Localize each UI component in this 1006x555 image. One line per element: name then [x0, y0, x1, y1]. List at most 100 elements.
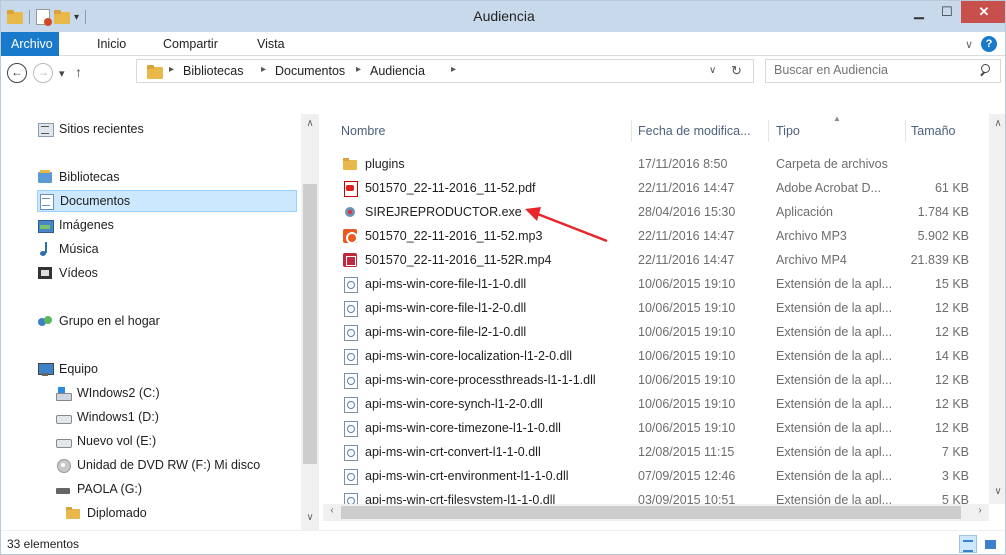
minimize-button[interactable]: ▁ [905, 1, 933, 23]
details-view-icon[interactable] [959, 535, 977, 553]
file-row[interactable]: 501570_22-11-2016_11-52.pdf 22/11/2016 14… [323, 176, 989, 200]
breadcrumb-separator-icon[interactable]: ▸ [356, 64, 361, 75]
file-size: 12 KB [934, 397, 969, 411]
drive-icon [55, 433, 72, 449]
scroll-up-icon[interactable]: ∧ [301, 118, 319, 129]
windows-drive-icon [55, 385, 72, 401]
file-row[interactable]: api-ms-win-core-localization-l1-2-0.dll 1… [323, 344, 989, 368]
breadcrumb-separator-icon[interactable]: ▸ [451, 64, 456, 75]
scroll-left-icon[interactable]: ‹ [323, 505, 341, 516]
nav-item-grupo-en-el-hogar[interactable]: Grupo en el hogar [37, 310, 321, 332]
column-header-date[interactable]: Fecha de modifica... [638, 119, 751, 143]
horizontal-scrollbar-thumb[interactable] [341, 506, 961, 519]
file-date: 28/04/2016 15:30 [638, 205, 736, 219]
nav-item-diplomado[interactable]: Diplomado [65, 502, 321, 524]
file-row[interactable]: api-ms-win-crt-convert-l1-1-0.dll 12/08/2… [323, 440, 989, 464]
scroll-up-icon[interactable]: ∧ [989, 118, 1005, 129]
tab-inicio[interactable]: Inicio [89, 32, 134, 56]
breadcrumb-separator-icon[interactable]: ▸ [169, 64, 174, 75]
file-type: Extensión de la apl... [776, 421, 893, 435]
dll-icon [342, 396, 358, 413]
breadcrumb-audiencia[interactable]: Audiencia [370, 64, 425, 78]
nav-item-videos[interactable]: Vídeos [37, 262, 321, 284]
breadcrumb-documentos[interactable]: Documentos [275, 64, 345, 78]
tab-archivo[interactable]: Archivo [1, 32, 59, 56]
recent-locations-icon[interactable]: ▾ [59, 67, 65, 80]
search-icon[interactable] [980, 64, 992, 76]
libraries-icon [37, 169, 53, 185]
nav-item-documentos[interactable]: Documentos [37, 190, 297, 212]
file-row[interactable]: plugins 17/11/2016 8:50 Carpeta de archivo… [323, 152, 989, 176]
maximize-button[interactable]: ☐ [933, 1, 961, 23]
scroll-right-icon[interactable]: › [971, 505, 989, 516]
nav-item-musica[interactable]: Música [37, 238, 321, 260]
forward-button[interactable]: → [33, 63, 53, 83]
address-history-icon[interactable]: ∨ [709, 65, 716, 76]
file-type: Extensión de la apl... [776, 325, 893, 339]
file-date: 07/09/2015 12:46 [638, 469, 736, 483]
nav-item-imagenes[interactable]: Imágenes [37, 214, 321, 236]
nav-item-label: PAOLA (G:) [77, 482, 143, 496]
column-divider[interactable] [905, 120, 906, 142]
file-row[interactable]: api-ms-win-core-file-l1-2-0.dll 10/06/201… [323, 296, 989, 320]
file-size: 1.784 KB [917, 205, 969, 219]
file-name: plugins [365, 157, 405, 171]
file-list-scrollbar[interactable]: ∧ ∨ [989, 114, 1005, 504]
file-date: 22/11/2016 14:47 [638, 253, 735, 267]
dll-icon [342, 276, 358, 293]
file-row[interactable]: api-ms-win-core-synch-l1-2-0.dll 10/06/20… [323, 392, 989, 416]
search-input[interactable] [774, 63, 964, 77]
breadcrumb-bibliotecas[interactable]: Bibliotecas [183, 64, 243, 78]
file-size: 7 KB [941, 445, 969, 459]
file-name: api-ms-win-core-file-l1-2-0.dll [365, 301, 527, 315]
file-row[interactable]: api-ms-win-core-file-l2-1-0.dll 10/06/201… [323, 320, 989, 344]
horizontal-scrollbar[interactable]: ‹ › [323, 504, 989, 521]
column-header-size[interactable]: Tamaño [911, 119, 955, 143]
file-row[interactable]: api-ms-win-core-processthreads-l1-1-1.dl… [323, 368, 989, 392]
file-row[interactable]: 501570_22-11-2016_11-52.mp3 22/11/2016 14… [323, 224, 989, 248]
back-button[interactable]: ← [7, 63, 27, 83]
file-row[interactable]: api-ms-win-core-timezone-l1-1-0.dll 10/06… [323, 416, 989, 440]
nav-item-equipo[interactable]: Equipo [37, 358, 321, 380]
file-row[interactable]: api-ms-win-core-file-l1-1-0.dll 10/06/201… [323, 272, 989, 296]
close-button[interactable]: ✕ [961, 1, 1005, 23]
nav-item-nuevo-vol-e[interactable]: Nuevo vol (E:) [55, 430, 321, 452]
file-size: 5.902 KB [917, 229, 969, 243]
recent-places-icon [37, 121, 54, 137]
file-name: api-ms-win-core-synch-l1-2-0.dll [365, 397, 543, 411]
ribbon-tabs: Archivo Inicio Compartir Vista ∨ ? [1, 32, 1005, 56]
help-icon[interactable]: ? [981, 36, 997, 52]
nav-item-label: Diplomado [87, 506, 147, 520]
scroll-down-icon[interactable]: ∨ [301, 512, 319, 523]
scroll-down-icon[interactable]: ∨ [989, 486, 1005, 497]
file-type: Extensión de la apl... [776, 301, 893, 315]
large-icons-view-icon[interactable] [981, 535, 999, 553]
expand-ribbon-icon[interactable]: ∨ [965, 38, 973, 51]
address-bar[interactable]: ▸ Bibliotecas ▸ Documentos ▸ Audiencia ▸… [136, 59, 754, 83]
nav-item-windows1-d[interactable]: Windows1 (D:) [55, 406, 321, 428]
tab-compartir[interactable]: Compartir [155, 32, 226, 56]
nav-item-windows2-c[interactable]: WIndows2 (C:) [55, 382, 321, 404]
refresh-icon[interactable]: ↻ [731, 63, 742, 79]
ribbon-controls: ∨ ? [965, 36, 997, 52]
file-row[interactable]: api-ms-win-crt-environment-l1-1-0.dll 07/… [323, 464, 989, 488]
nav-item-bibliotecas[interactable]: Bibliotecas [37, 166, 321, 188]
nav-item-sitios-recientes[interactable]: Sitios recientes [37, 118, 321, 140]
file-row[interactable]: 501570_22-11-2016_11-52R.mp4 22/11/2016 1… [323, 248, 989, 272]
column-header-name[interactable]: Nombre [341, 119, 385, 143]
dll-icon [342, 324, 358, 341]
file-size: 12 KB [934, 301, 969, 315]
file-row[interactable]: SIREJREPRODUCTOR.exe 28/04/2016 15:30 Apli… [323, 200, 989, 224]
column-divider[interactable] [768, 120, 769, 142]
nav-scrollbar-thumb[interactable] [303, 184, 317, 464]
nav-item-label: Documentos [60, 194, 131, 208]
tab-vista[interactable]: Vista [249, 32, 293, 56]
nav-item-dvd-f[interactable]: Unidad de DVD RW (F:) Mi disco [55, 454, 321, 476]
column-divider[interactable] [631, 120, 632, 142]
up-button[interactable]: ↑ [75, 64, 82, 80]
nav-item-label: Windows1 (D:) [77, 410, 159, 424]
nav-item-paola-g[interactable]: PAOLA (G:) [55, 478, 321, 500]
column-header-type[interactable]: Tipo [776, 119, 800, 143]
nav-scrollbar[interactable]: ∧ ∨ [301, 114, 319, 530]
breadcrumb-separator-icon[interactable]: ▸ [261, 64, 266, 75]
